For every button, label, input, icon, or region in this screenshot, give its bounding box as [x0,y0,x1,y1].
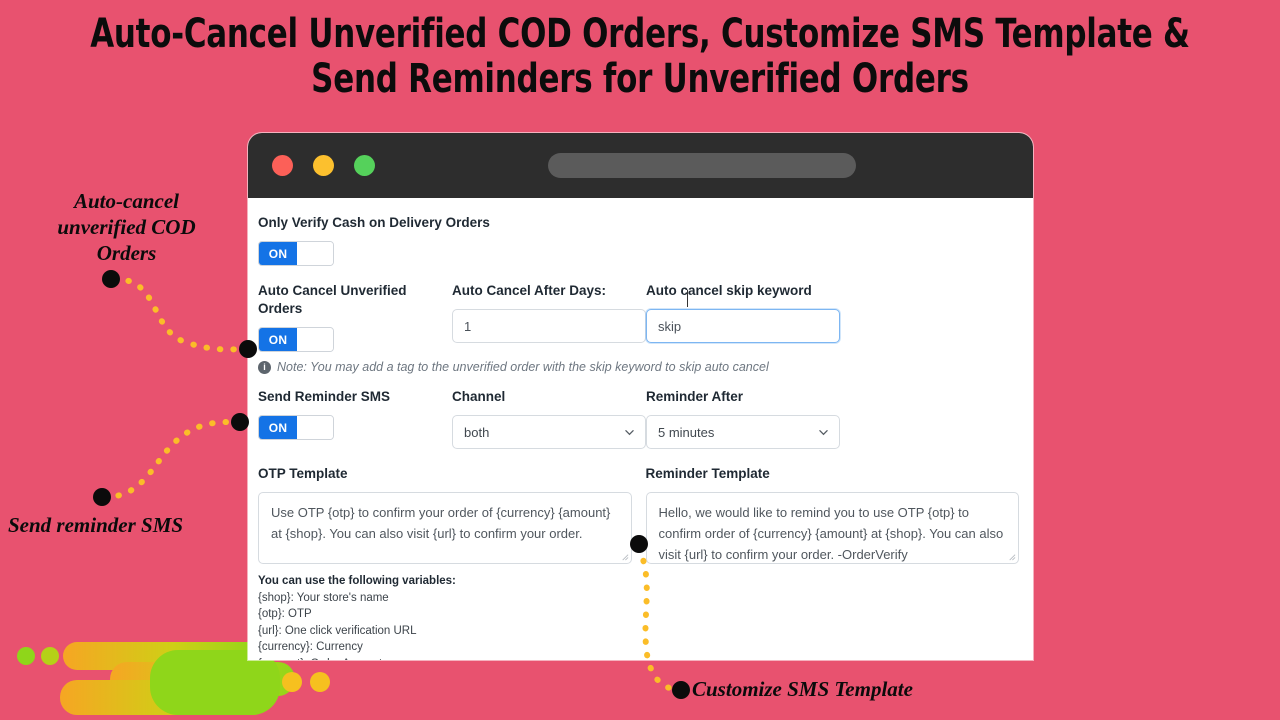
browser-window: Only Verify Cash on Delivery Orders ON A… [248,133,1033,660]
toggle-knob [297,328,333,351]
page-title: Auto-Cancel Unverified COD Orders, Custo… [90,12,1191,102]
auto-cancel-toggle[interactable]: ON [258,327,334,352]
annotation-auto-cancel: Auto-cancel unverified COD Orders [57,189,196,265]
skip-keyword-note: i Note: You may add a tag to the unverif… [258,360,1019,374]
annotation-marker-3b [672,681,690,699]
auto-cancel-days-group: Auto Cancel After Days: [452,282,646,343]
reminder-template-textarea[interactable]: Hello, we would like to remind you to us… [645,492,1019,564]
screenshot-stage: Auto-Cancel Unverified COD Orders, Custo… [0,0,1280,720]
info-icon: i [258,360,271,374]
annotation-send-reminder: Send reminder SMS [8,513,184,537]
auto-cancel-days-input[interactable] [452,309,646,343]
auto-cancel-toggle-state: ON [259,328,297,351]
annotation-marker-1a [102,270,120,288]
reminder-after-value: 5 minutes [658,424,715,440]
reminder-after-label: Reminder After [646,389,744,404]
address-bar[interactable] [548,153,856,178]
only-verify-cod-toggle-state: ON [259,242,297,265]
skip-keyword-label: Auto cancel skip keyword [646,283,812,298]
skip-keyword-input[interactable] [646,309,840,343]
skip-keyword-group: Auto cancel skip keyword [646,282,840,343]
close-icon[interactable] [272,155,293,176]
channel-label: Channel [452,389,506,404]
resize-handle-icon[interactable] [1007,552,1016,561]
page-title-line-1: Auto-Cancel Unverified COD Orders, Custo… [90,11,1190,57]
send-reminder-toggle[interactable]: ON [258,415,334,440]
chevron-down-icon [819,430,828,436]
resize-handle-icon[interactable] [620,552,629,561]
variable-item: {otp}: OTP [258,608,312,621]
text-cursor [687,290,688,307]
channel-value: both [464,424,490,440]
variable-item: {amount}: Order Amount [258,656,1019,660]
variable-item: {currency}: Currency [258,641,363,654]
reminder-after-select[interactable]: 5 minutes [646,415,840,449]
only-verify-cod-label: Only Verify Cash on Delivery Orders [258,215,490,230]
otp-template-label: OTP Template [258,466,348,481]
auto-cancel-label: Auto Cancel Unverified Orders [258,283,407,316]
channel-select[interactable]: both [452,415,646,449]
send-reminder-group: Send Reminder SMS ON [258,388,452,440]
reminder-after-group: Reminder After 5 minutes [646,388,840,449]
app-settings-page: Only Verify Cash on Delivery Orders ON A… [248,198,1033,660]
page-title-line-2: Send Reminders for Unverified Orders [311,56,969,102]
minimize-icon[interactable] [313,155,334,176]
reminder-template-label: Reminder Template [645,466,770,481]
otp-template-group: OTP Template Use OTP {otp} to confirm yo… [258,465,632,564]
annotation-marker-2b [231,413,249,431]
channel-group: Channel both [452,388,646,449]
annotation-marker-2a [93,488,111,506]
variable-item: {shop}: Your store's name [258,591,389,604]
send-reminder-label: Send Reminder SMS [258,389,391,404]
auto-cancel-days-label: Auto Cancel After Days: [452,283,607,298]
only-verify-cod-group: Only Verify Cash on Delivery Orders ON [258,214,1019,266]
skip-keyword-note-text: Note: You may add a tag to the unverifie… [277,360,769,374]
variable-item: {url}: One click verification URL [258,624,417,637]
send-reminder-toggle-state: ON [259,416,297,439]
toggle-knob [297,416,333,439]
only-verify-cod-toggle[interactable]: ON [258,241,334,266]
toggle-knob [297,242,333,265]
connector-line-1 [112,276,251,353]
maximize-icon[interactable] [354,155,375,176]
annotation-customize-template: Customize SMS Template [692,677,913,701]
chevron-down-icon [625,430,634,436]
variables-help: You can use the following variables: {sh… [258,573,1019,660]
browser-chrome [248,133,1033,198]
reminder-template-group: Reminder Template Hello, we would like t… [645,465,1019,564]
variables-heading: You can use the following variables: [258,575,456,587]
reminder-template-value: Hello, we would like to remind you to us… [658,505,1004,562]
otp-template-value: Use OTP {otp} to confirm your order of {… [271,505,611,541]
otp-template-textarea[interactable]: Use OTP {otp} to confirm your order of {… [258,492,632,564]
connector-line-2 [102,418,243,500]
auto-cancel-group: Auto Cancel Unverified Orders ON [258,282,452,352]
